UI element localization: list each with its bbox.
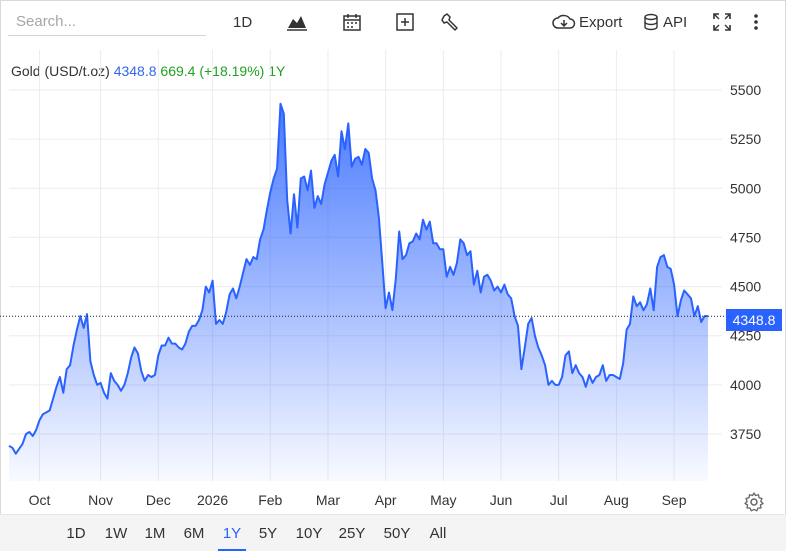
- range-button-1m[interactable]: 1M: [142, 515, 168, 551]
- calendar-icon[interactable]: [342, 10, 362, 34]
- more-menu-icon[interactable]: [750, 10, 762, 34]
- fullscreen-icon[interactable]: [712, 10, 732, 34]
- x-tick-label: Nov: [88, 492, 113, 508]
- chart-toolbar: 1D Export API: [0, 0, 786, 44]
- last-price-badge: 4348.8: [726, 309, 782, 331]
- y-tick-label: 5000: [730, 180, 761, 196]
- x-tick-label: May: [430, 492, 456, 508]
- interval-selector[interactable]: 1D: [233, 10, 252, 34]
- range-button-5y[interactable]: 5Y: [254, 515, 282, 551]
- x-tick-label: Aug: [604, 492, 629, 508]
- x-tick-label: Mar: [316, 492, 340, 508]
- range-button-1d[interactable]: 1D: [64, 515, 88, 551]
- api-button[interactable]: API: [643, 10, 687, 34]
- wrench-icon[interactable]: [441, 10, 461, 34]
- add-indicator-icon[interactable]: [395, 10, 415, 34]
- range-button-10y[interactable]: 10Y: [292, 515, 326, 551]
- export-label: Export: [579, 13, 623, 31]
- y-tick-label: 5250: [730, 131, 761, 147]
- x-tick-label: Jul: [550, 492, 568, 508]
- x-tick-label: Apr: [375, 492, 397, 508]
- range-selector: 1D 1W 1M 6M 1Y 5Y 10Y 25Y 50Y All: [0, 514, 786, 551]
- y-tick-label: 4000: [730, 377, 761, 393]
- api-label: API: [663, 13, 688, 31]
- x-tick-label: Feb: [258, 492, 282, 508]
- y-tick-label: 5500: [730, 82, 761, 98]
- x-tick-label: Oct: [29, 492, 51, 508]
- price-area: [9, 103, 708, 482]
- range-button-all[interactable]: All: [424, 515, 452, 551]
- x-tick-label: Jun: [490, 492, 513, 508]
- chart-type-icon[interactable]: [286, 10, 308, 34]
- range-button-1y[interactable]: 1Y: [218, 515, 246, 551]
- range-button-25y[interactable]: 25Y: [336, 515, 368, 551]
- range-button-50y[interactable]: 50Y: [380, 515, 414, 551]
- range-button-1w[interactable]: 1W: [102, 515, 130, 551]
- x-tick-label: 2026: [197, 492, 228, 508]
- x-tick-label: Sep: [662, 492, 687, 508]
- search-input[interactable]: [8, 8, 206, 36]
- settings-gear-icon[interactable]: [743, 491, 765, 513]
- y-tick-label: 3750: [730, 426, 761, 442]
- export-button[interactable]: Export: [552, 10, 622, 34]
- x-axis: Oct Nov Dec 2026 Feb Mar Apr May Jun Jul Aug Sep: [29, 492, 687, 508]
- y-tick-label: 4750: [730, 229, 761, 245]
- y-tick-label: 4500: [730, 279, 761, 295]
- range-button-6m[interactable]: 6M: [180, 515, 208, 551]
- y-axis: 37504000425045004750500052505500: [730, 82, 761, 442]
- x-tick-label: Dec: [146, 492, 171, 508]
- price-chart[interactable]: 37504000425045004750500052505500 Oct Nov D…: [0, 44, 786, 514]
